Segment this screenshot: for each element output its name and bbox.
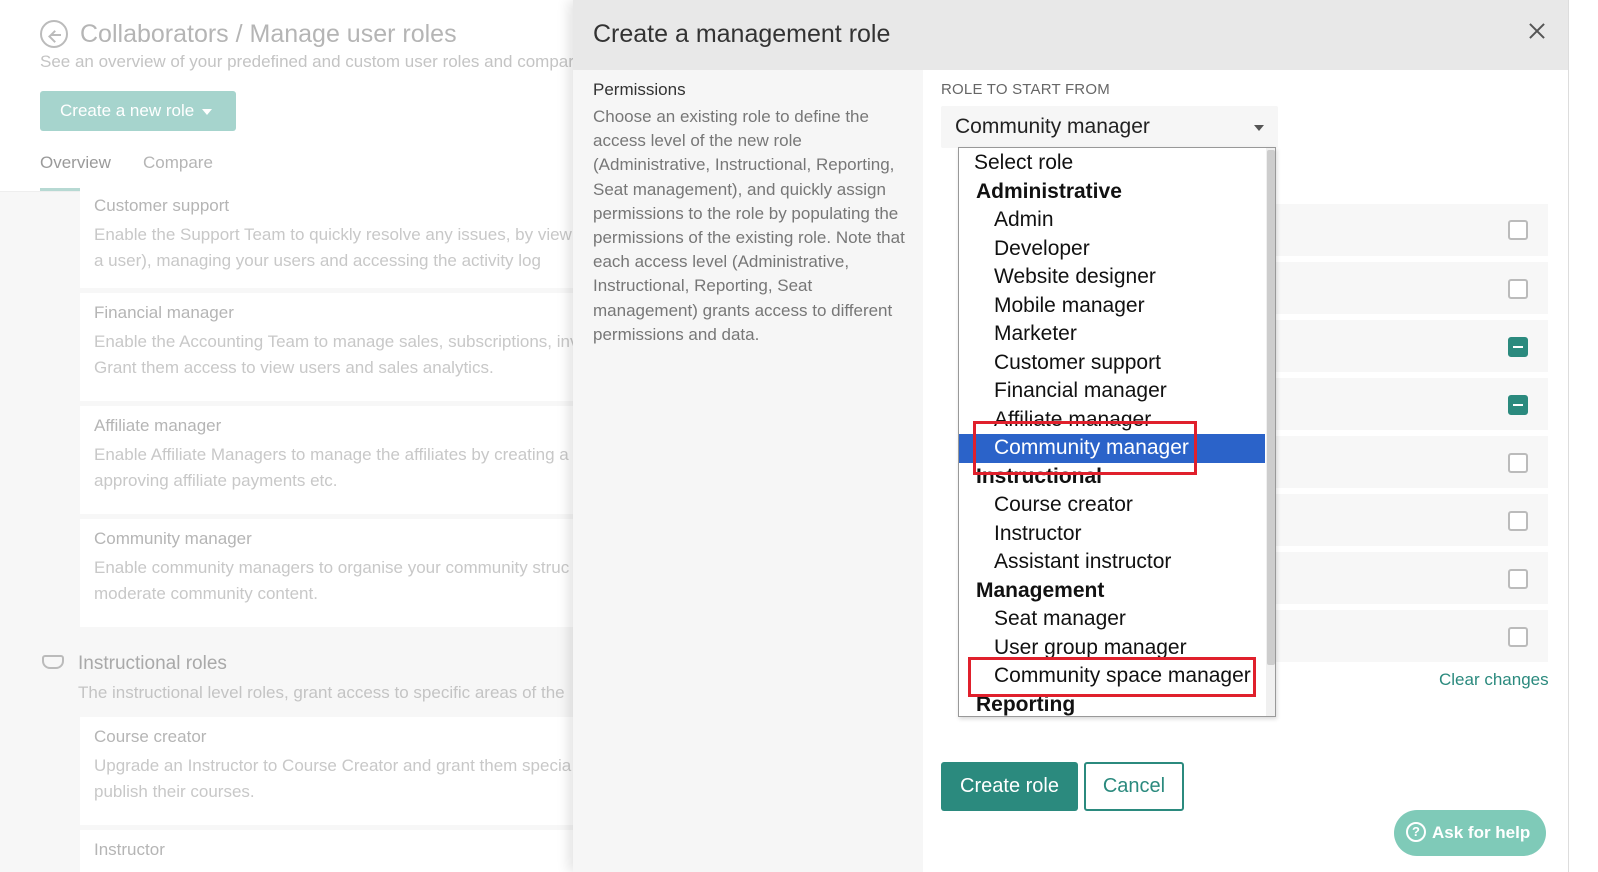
permission-row xyxy=(1263,436,1548,488)
dropdown-option[interactable]: Financial manager xyxy=(959,377,1265,406)
role-card[interactable]: Affiliate manager Enable Affiliate Manag… xyxy=(80,406,585,514)
clear-changes-link[interactable]: Clear changes xyxy=(1439,670,1549,690)
permission-row xyxy=(1263,320,1548,372)
dropdown-group-instructional: Instructional xyxy=(976,464,1103,488)
section-desc: The instructional level roles, grant acc… xyxy=(78,683,565,702)
create-new-role-label: Create a new role xyxy=(60,101,195,120)
dropdown-group-management: Management xyxy=(976,578,1105,602)
dropdown-option[interactable]: Seat manager xyxy=(959,605,1265,634)
role-card[interactable]: Course creator Upgrade an Instructor to … xyxy=(80,717,585,825)
role-card-desc-line1: Enable community managers to organise yo… xyxy=(94,558,570,577)
permission-row xyxy=(1263,262,1548,314)
modal-header: Create a management role xyxy=(573,0,1568,70)
ask-for-help-label: Ask for help xyxy=(1432,823,1531,842)
permission-checkbox[interactable] xyxy=(1508,511,1528,531)
back-arrow-icon[interactable] xyxy=(40,20,68,48)
role-card-desc-line2: approving affiliate payments etc. xyxy=(94,471,338,490)
graduation-cap-icon xyxy=(42,655,64,669)
tab-overview[interactable]: Overview xyxy=(40,153,111,173)
role-card-desc-line1: Enable Affiliate Managers to manage the … xyxy=(94,445,569,464)
permissions-description: Choose an existing role to define the ac… xyxy=(593,107,905,344)
role-select-value: Community manager xyxy=(955,115,1150,138)
role-to-start-from-label: ROLE TO START FROM xyxy=(941,81,1110,98)
role-card-desc-line2: Grant them access to view users and sale… xyxy=(94,358,494,377)
permission-row xyxy=(1263,610,1548,662)
permissions-title: Permissions xyxy=(593,80,686,99)
permission-checkbox[interactable] xyxy=(1508,627,1528,647)
role-card-title: Instructor xyxy=(94,840,165,859)
tab-compare[interactable]: Compare xyxy=(143,153,213,173)
dropdown-option[interactable]: Customer support xyxy=(959,349,1265,378)
cancel-button[interactable]: Cancel xyxy=(1084,762,1184,811)
ask-for-help-button[interactable]: ? Ask for help xyxy=(1394,810,1546,856)
dropdown-group-reporting: Reporting xyxy=(976,692,1076,716)
dropdown-placeholder[interactable]: Select role xyxy=(959,149,1265,178)
permission-checkbox[interactable] xyxy=(1508,569,1528,589)
permission-checkbox[interactable] xyxy=(1508,220,1528,240)
page-subtitle: See an overview of your predefined and c… xyxy=(40,52,574,71)
dropdown-group-administrative: Administrative xyxy=(976,179,1122,203)
dropdown-scrollbar-thumb[interactable] xyxy=(1267,150,1275,665)
role-select[interactable]: Community manager xyxy=(941,106,1278,148)
role-card-title: Financial manager xyxy=(94,303,234,322)
dropdown-option[interactable]: Developer xyxy=(959,235,1265,264)
role-card-title: Community manager xyxy=(94,529,252,548)
role-card-desc-line2: a user), managing your users and accessi… xyxy=(94,251,541,270)
modal-title: Create a management role xyxy=(593,20,891,48)
create-role-button[interactable]: Create role xyxy=(941,762,1078,811)
role-card[interactable]: Financial manager Enable the Accounting … xyxy=(80,293,585,401)
role-card-desc-line1: Upgrade an Instructor to Course Creator … xyxy=(94,756,572,775)
role-card-title: Course creator xyxy=(94,727,207,746)
dropdown-option[interactable]: Course creator xyxy=(959,491,1265,520)
dropdown-option[interactable]: Instructor xyxy=(959,520,1265,549)
dropdown-option[interactable]: User group manager xyxy=(959,634,1265,663)
permission-checkbox[interactable] xyxy=(1508,279,1528,299)
permission-row xyxy=(1263,552,1548,604)
dropdown-option[interactable]: Assistant instructor xyxy=(959,548,1265,577)
close-icon[interactable] xyxy=(1523,18,1551,46)
role-card-desc-line2: publish their courses. xyxy=(94,782,255,801)
permissions-info-pane: Permissions Choose an existing role to d… xyxy=(573,70,923,872)
role-dropdown-list[interactable]: Select role Administrative Admin Develop… xyxy=(958,147,1276,717)
section-title: Instructional roles xyxy=(78,653,227,674)
dropdown-arrow-icon xyxy=(1254,125,1264,131)
role-card-desc-line1: Enable the Support Team to quickly resol… xyxy=(94,225,576,244)
role-card-desc-line1: Enable the Accounting Team to manage sal… xyxy=(94,332,579,351)
caret-down-icon xyxy=(202,108,213,115)
permission-row xyxy=(1263,494,1548,546)
dropdown-option[interactable]: Community space manager xyxy=(959,662,1265,691)
dropdown-option[interactable]: Marketer xyxy=(959,320,1265,349)
create-new-role-button[interactable]: Create a new role xyxy=(40,91,236,131)
role-card-desc-line2: moderate community content. xyxy=(94,584,318,603)
modal-scrollbar[interactable] xyxy=(1568,0,1569,872)
role-card-title: Customer support xyxy=(94,196,230,215)
role-card[interactable]: Community manager Enable community manag… xyxy=(80,519,585,627)
dropdown-option[interactable]: Website designer xyxy=(959,263,1265,292)
dropdown-option[interactable]: Admin xyxy=(959,206,1265,235)
permission-checkbox-partial[interactable] xyxy=(1508,395,1528,415)
dropdown-option-selected[interactable]: Community manager xyxy=(959,434,1265,463)
page-title: Collaborators / Manage user roles xyxy=(80,20,457,48)
help-icon: ? xyxy=(1406,822,1426,842)
role-card[interactable]: Customer support Enable the Support Team… xyxy=(80,186,585,288)
background-page: Collaborators / Manage user roles See an… xyxy=(0,0,585,872)
dropdown-scrollbar[interactable] xyxy=(1266,148,1275,716)
dropdown-option[interactable]: Affiliate manager xyxy=(959,406,1265,435)
permission-row xyxy=(1263,204,1548,256)
role-card[interactable]: Instructor xyxy=(80,830,585,872)
permission-checkbox-partial[interactable] xyxy=(1508,337,1528,357)
permission-row xyxy=(1263,378,1548,430)
role-card-title: Affiliate manager xyxy=(94,416,222,435)
dropdown-option[interactable]: Mobile manager xyxy=(959,292,1265,321)
permission-checkbox[interactable] xyxy=(1508,453,1528,473)
